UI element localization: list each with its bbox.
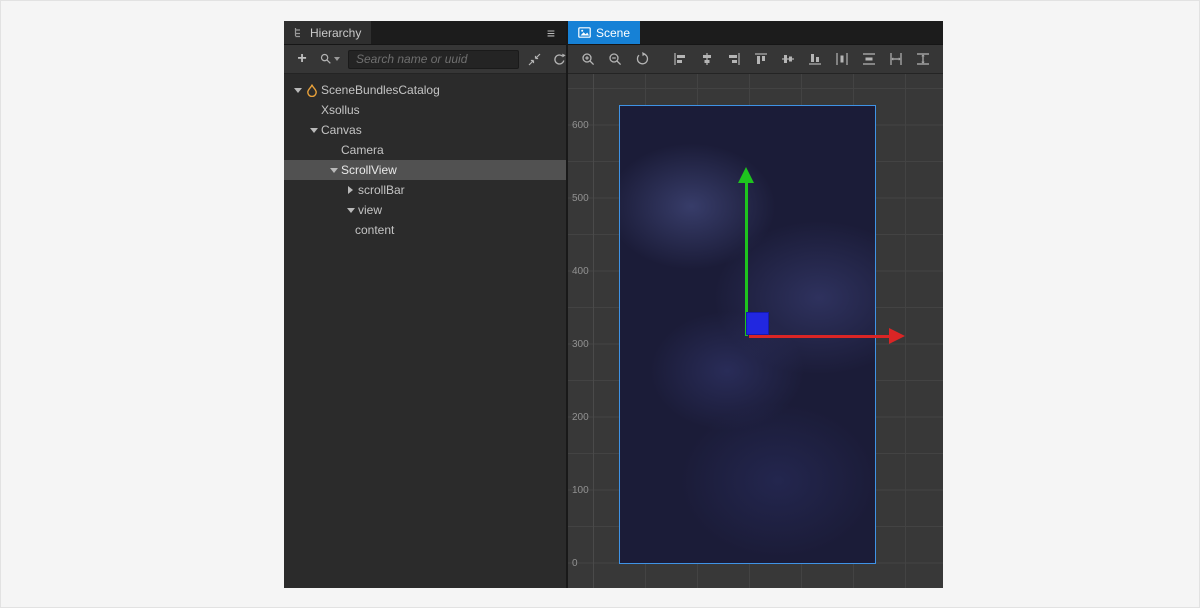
refresh-icon[interactable] [549, 49, 569, 69]
tree-item-label: content [355, 223, 394, 237]
tab-scene[interactable]: Scene [568, 21, 640, 44]
tree-item-canvas[interactable]: Canvas [284, 120, 566, 140]
gizmo-x-axis-arrowhead[interactable] [889, 328, 905, 344]
stretch-horizontal-icon[interactable] [886, 49, 906, 69]
search-input[interactable] [348, 50, 519, 69]
tab-scene-label: Scene [596, 26, 630, 40]
scene-toolbar [568, 45, 943, 74]
chevron-down-icon [334, 57, 340, 61]
zoom-out-icon[interactable] [605, 49, 625, 69]
tree-item-label: Xsollus [321, 103, 360, 117]
ruler-label: 0 [572, 558, 578, 569]
expand-arrow-icon[interactable] [306, 120, 321, 140]
align-vertical-center-icon[interactable] [778, 49, 798, 69]
caret-spacer [306, 100, 321, 120]
align-bottom-icon[interactable] [805, 49, 825, 69]
tabbar-spacer [371, 21, 536, 44]
gizmo-y-axis-arrowhead[interactable] [738, 167, 754, 183]
ruler-label: 300 [572, 339, 589, 350]
search-icon [320, 53, 332, 65]
gizmo-x-axis[interactable] [749, 335, 889, 338]
ruler-label: 200 [572, 412, 589, 423]
create-node-button[interactable]: + [292, 49, 312, 69]
tree-item-scrollview[interactable]: ScrollView [284, 160, 566, 180]
hierarchy-panel: Hierarchy ≡ + [284, 21, 568, 588]
ruler-label: 400 [572, 266, 589, 277]
tree-item-label: view [358, 203, 382, 217]
gizmo-move-handle[interactable] [746, 312, 769, 335]
distribute-vertical-icon[interactable] [859, 49, 879, 69]
ruler-label: 100 [572, 485, 589, 496]
hierarchy-icon [294, 27, 305, 38]
hierarchy-toolbar: + [284, 45, 566, 74]
ruler-label: 500 [572, 193, 589, 204]
scene-viewport[interactable]: 600 500 400 300 200 100 0 [568, 74, 943, 588]
scene-panel: Scene [568, 21, 943, 588]
tree-item-view[interactable]: view [284, 200, 566, 220]
tree-item-label: SceneBundlesCatalog [321, 83, 440, 97]
expand-arrow-icon[interactable] [290, 80, 305, 100]
tree-item-label: scrollBar [358, 183, 405, 197]
align-top-icon[interactable] [751, 49, 771, 69]
expand-arrow-icon[interactable] [343, 200, 358, 220]
ruler-edge-line [593, 74, 594, 588]
expand-arrow-icon[interactable] [343, 180, 358, 200]
search-filter-button[interactable] [317, 49, 343, 69]
tab-hierarchy[interactable]: Hierarchy [284, 21, 371, 44]
scene-icon [578, 27, 591, 38]
tab-hierarchy-label: Hierarchy [310, 26, 361, 40]
zoom-in-icon[interactable] [578, 49, 598, 69]
tree-item-label: Canvas [321, 123, 362, 137]
align-horizontal-center-icon[interactable] [697, 49, 717, 69]
desktop: { "hierarchy": { "tab": "Hierarchy", "me… [0, 0, 1200, 608]
editor-window: Hierarchy ≡ + [284, 21, 918, 588]
tree-item-content[interactable]: content [284, 220, 566, 240]
reset-view-icon[interactable] [632, 49, 652, 69]
hierarchy-tabbar: Hierarchy ≡ [284, 21, 566, 45]
tree-item-scrollbar[interactable]: scrollBar [284, 180, 566, 200]
scene-tabbar: Scene [568, 21, 943, 45]
ruler-label: 600 [572, 120, 589, 131]
tree-item-scenebundlescatalog[interactable]: SceneBundlesCatalog [284, 80, 566, 100]
tree-item-xsollus[interactable]: Xsollus [284, 100, 566, 120]
align-left-icon[interactable] [670, 49, 690, 69]
distribute-horizontal-icon[interactable] [832, 49, 852, 69]
tabbar-spacer [640, 21, 943, 44]
scene-asset-icon [305, 83, 319, 97]
hierarchy-tree: SceneBundlesCatalog Xsollus Canvas Camer… [284, 74, 566, 588]
collapse-all-icon[interactable] [524, 49, 544, 69]
align-right-icon[interactable] [724, 49, 744, 69]
panel-menu-icon[interactable]: ≡ [536, 21, 566, 44]
tree-item-camera[interactable]: Camera [284, 140, 566, 160]
tree-item-label: ScrollView [341, 163, 397, 177]
stretch-vertical-icon[interactable] [913, 49, 933, 69]
expand-arrow-icon[interactable] [326, 160, 341, 180]
tree-item-label: Camera [341, 143, 384, 157]
caret-spacer [326, 140, 341, 160]
